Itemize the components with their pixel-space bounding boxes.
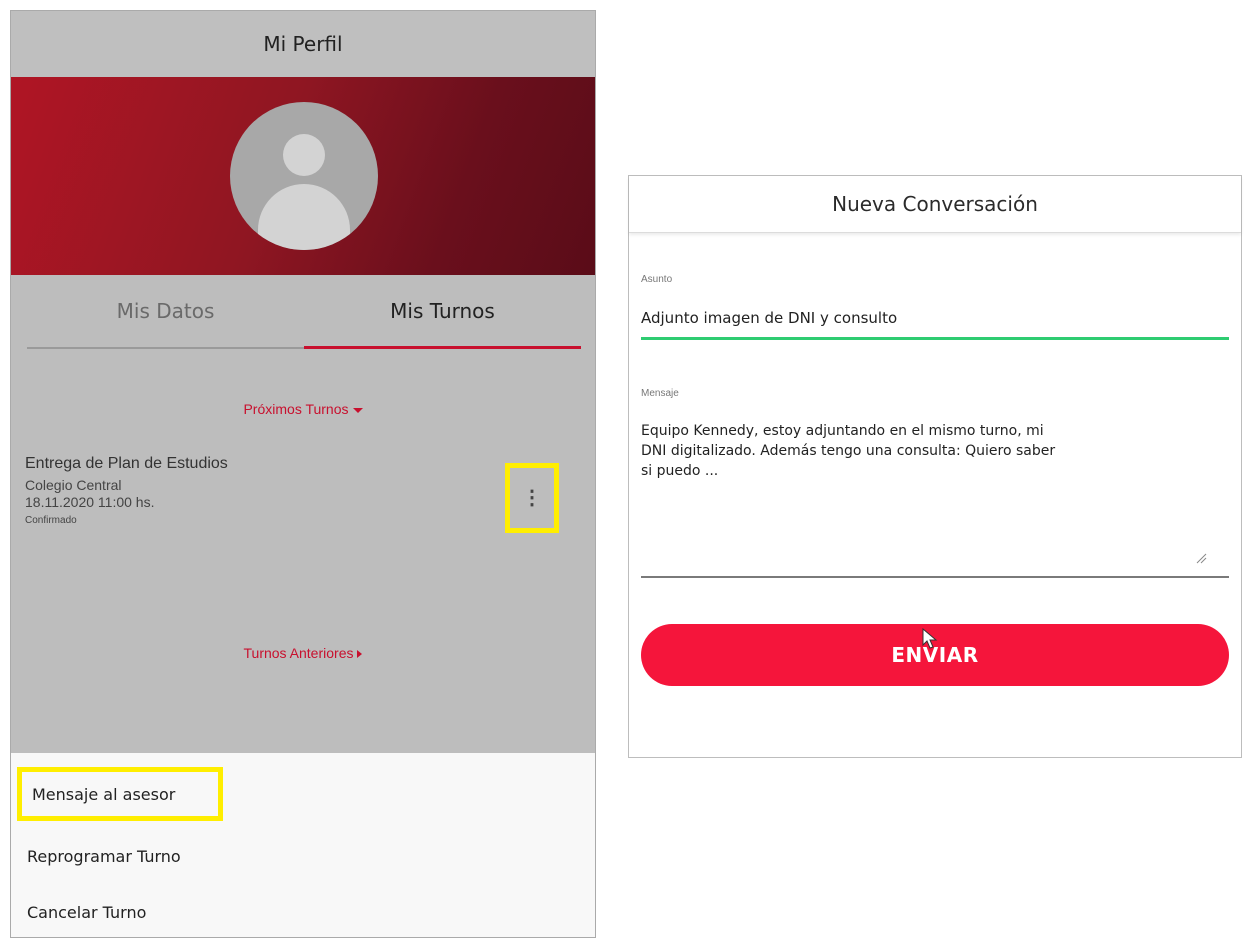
menu-item-reprogramar-turno[interactable]: Reprogramar Turno <box>17 837 191 875</box>
more-options-button[interactable]: ⋮ <box>505 463 559 533</box>
appointment-datetime: 18.11.2020 11:00 hs. <box>25 494 155 510</box>
mensaje-underline <box>641 576 1229 578</box>
asunto-underline <box>641 337 1229 340</box>
turnos-anteriores-toggle[interactable]: Turnos Anteriores <box>11 645 595 661</box>
profile-tabs: Mis Datos Mis Turnos <box>27 275 581 349</box>
tab-mis-datos[interactable]: Mis Datos <box>27 275 304 349</box>
menu-item-mensaje-asesor[interactable]: Mensaje al asesor <box>17 767 223 821</box>
mouse-pointer-icon <box>922 628 938 649</box>
appointment-location: Colegio Central <box>25 477 122 493</box>
profile-screen: Mi Perfil Mis Datos Mis Turnos Próximos … <box>10 10 596 938</box>
asunto-label: Asunto <box>641 274 673 285</box>
mensaje-label: Mensaje <box>641 388 679 399</box>
options-bottom-sheet: Mensaje al asesor Reprogramar Turno Canc… <box>11 753 595 937</box>
mensaje-textarea[interactable]: Equipo Kennedy, estoy adjuntando en el m… <box>641 421 1181 481</box>
dialog-title: Nueva Conversación <box>629 176 1241 233</box>
turnos-anteriores-label: Turnos Anteriores <box>243 645 354 661</box>
proximos-turnos-toggle[interactable]: Próximos Turnos <box>11 401 595 417</box>
tab-mis-turnos[interactable]: Mis Turnos <box>304 275 581 349</box>
menu-item-cancelar-turno[interactable]: Cancelar Turno <box>17 893 156 931</box>
caret-right-icon <box>357 650 363 659</box>
avatar-head-icon <box>283 134 325 176</box>
resize-handle-icon[interactable] <box>1195 552 1207 564</box>
avatar-body-icon <box>258 184 350 250</box>
proximos-turnos-label: Próximos Turnos <box>243 401 349 417</box>
more-vertical-icon: ⋮ <box>522 487 542 509</box>
new-conversation-dialog: Nueva Conversación Asunto Adjunto imagen… <box>628 175 1242 758</box>
profile-banner <box>11 77 595 275</box>
caret-down-icon <box>352 407 363 413</box>
appointment-card: Entrega de Plan de Estudios Colegio Cent… <box>25 455 495 526</box>
appointment-title: Entrega de Plan de Estudios <box>25 455 228 472</box>
appointment-status: Confirmado <box>25 515 77 526</box>
page-title: Mi Perfil <box>11 11 595 78</box>
asunto-input[interactable]: Adjunto imagen de DNI y consulto <box>641 309 897 327</box>
avatar[interactable] <box>230 102 378 250</box>
